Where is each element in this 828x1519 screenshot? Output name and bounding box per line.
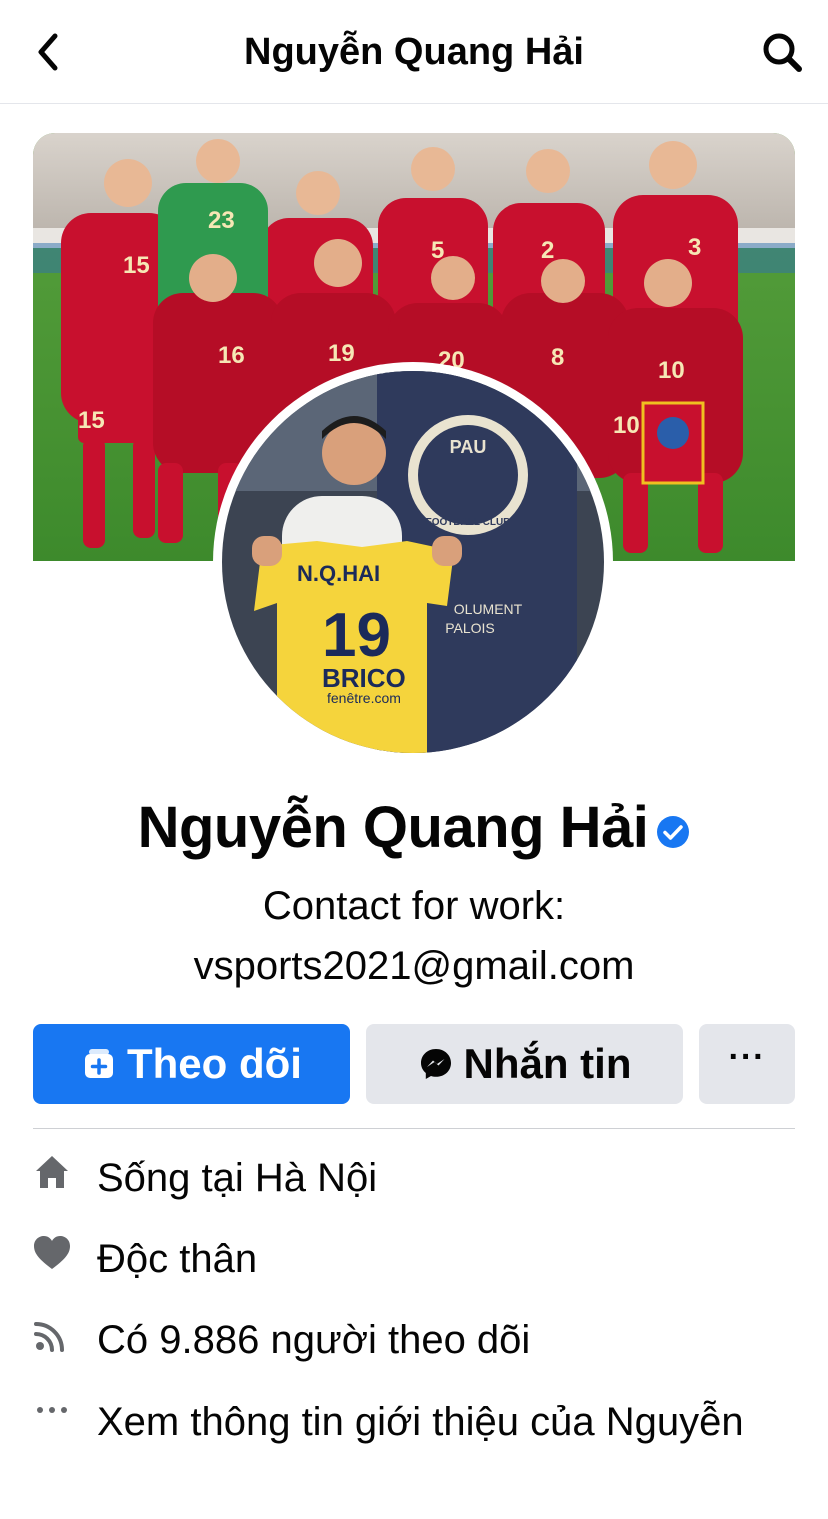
more-dots-icon: ··· bbox=[728, 1038, 766, 1076]
shirt-sponsor-url: fenêtre.com bbox=[327, 690, 401, 706]
club-badge-text: PAU bbox=[450, 437, 487, 457]
messenger-icon bbox=[418, 1046, 454, 1082]
jersey-number: 23 bbox=[208, 207, 235, 234]
shirt-number: 19 bbox=[322, 601, 391, 670]
page-title: Nguyễn Quang Hải bbox=[244, 31, 584, 73]
bio-line: Contact for work: bbox=[262, 884, 566, 928]
avatar[interactable]: PAU FOOTBALL CLUB OLUMENT PALOIS N.Q.HAI… bbox=[222, 371, 604, 753]
banner-sponsor-line1: OLUMENT bbox=[454, 601, 523, 617]
jersey-number: 15 bbox=[78, 407, 105, 434]
follow-button[interactable]: Theo dõi bbox=[33, 1024, 350, 1104]
jersey-number: 10 bbox=[658, 357, 685, 384]
jersey-number: 2 bbox=[541, 237, 554, 264]
bio-email[interactable]: vsports2021@gmail.com bbox=[60, 936, 768, 996]
message-label: Nhắn tin bbox=[463, 1040, 632, 1087]
shirt-sponsor: BRICO bbox=[322, 663, 406, 693]
ellipsis-icon bbox=[30, 1394, 74, 1438]
search-icon bbox=[763, 33, 802, 72]
info-lives-city[interactable]: Hà Nội bbox=[255, 1156, 377, 1200]
profile-name-row: Nguyễn Quang Hải bbox=[0, 788, 828, 868]
search-button[interactable] bbox=[758, 28, 806, 76]
info-followers-text: Có 9.886 người theo dõi bbox=[97, 1318, 531, 1362]
info-about-text: Xem thông tin giới thiệu của Nguyễn bbox=[97, 1400, 744, 1444]
divider bbox=[33, 1128, 795, 1129]
chevron-left-icon bbox=[38, 33, 58, 71]
jersey-number: 10 bbox=[613, 412, 640, 439]
heart-icon bbox=[30, 1231, 74, 1275]
jersey-number: 19 bbox=[328, 340, 355, 367]
shirt-name: N.Q.HAI bbox=[297, 561, 380, 586]
jersey-number: 16 bbox=[218, 342, 245, 369]
home-icon bbox=[30, 1150, 74, 1194]
jersey-number: 15 bbox=[123, 252, 150, 279]
follow-icon bbox=[81, 1046, 117, 1082]
club-badge-subtext: FOOTBALL CLUB bbox=[426, 517, 511, 528]
back-button[interactable] bbox=[24, 28, 72, 76]
follow-label: Theo dõi bbox=[127, 1040, 302, 1087]
jersey-number: 5 bbox=[431, 237, 444, 264]
more-options-button[interactable]: ··· bbox=[699, 1024, 795, 1104]
rss-icon bbox=[30, 1312, 74, 1356]
info-lives-prefix: Sống tại bbox=[97, 1156, 255, 1200]
jersey-number: 8 bbox=[551, 344, 564, 371]
top-bar: Nguyễn Quang Hải bbox=[0, 0, 828, 104]
message-button[interactable]: Nhắn tin bbox=[366, 1024, 683, 1104]
banner-sponsor-line2: PALOIS bbox=[445, 620, 495, 636]
profile-name: Nguyễn Quang Hải bbox=[137, 795, 649, 860]
jersey-number: 3 bbox=[688, 234, 701, 261]
verified-badge-icon bbox=[656, 815, 690, 849]
info-relationship-text: Độc thân bbox=[97, 1237, 258, 1281]
